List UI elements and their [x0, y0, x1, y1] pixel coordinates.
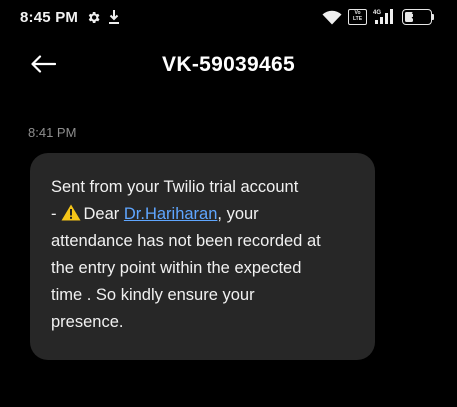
message-line: - Dear Dr.Hariharan, your: [51, 201, 357, 228]
mention-link[interactable]: Dr.Hariharan: [124, 205, 218, 223]
message-greeting: Dear: [83, 205, 120, 223]
battery-percentage: 35: [411, 11, 423, 22]
status-time: 8:45 PM: [20, 9, 79, 26]
message-line: presence.: [51, 313, 124, 331]
message-timestamp: 8:41 PM: [28, 125, 77, 140]
status-bar: 8:45 PM Vo LTE 4G 35: [0, 0, 457, 34]
volte-icon: Vo LTE: [348, 9, 367, 25]
message-body: Sent from your Twilio trial account - Dea…: [51, 174, 357, 336]
warning-icon: [61, 204, 80, 221]
battery-icon: 35: [402, 9, 432, 25]
message-line: Sent from your Twilio trial account: [51, 178, 299, 196]
conversation-title: VK-59039465: [162, 53, 295, 76]
message-line: time . So kindly ensure your: [51, 286, 255, 304]
wifi-icon: [322, 10, 342, 25]
message-line: attendance has not been recorded at: [51, 232, 321, 250]
signal-icon: 4G: [373, 9, 393, 24]
battery-tip: [432, 14, 434, 20]
message-dash: -: [51, 205, 57, 223]
network-type-label: 4G: [373, 10, 381, 16]
message-line: the entry point within the expected: [51, 259, 302, 277]
gear-icon: [88, 12, 100, 23]
message-bubble[interactable]: Sent from your Twilio trial account - Dea…: [30, 153, 375, 360]
message-text-fragment: , your: [217, 205, 259, 223]
download-icon: [109, 10, 119, 24]
